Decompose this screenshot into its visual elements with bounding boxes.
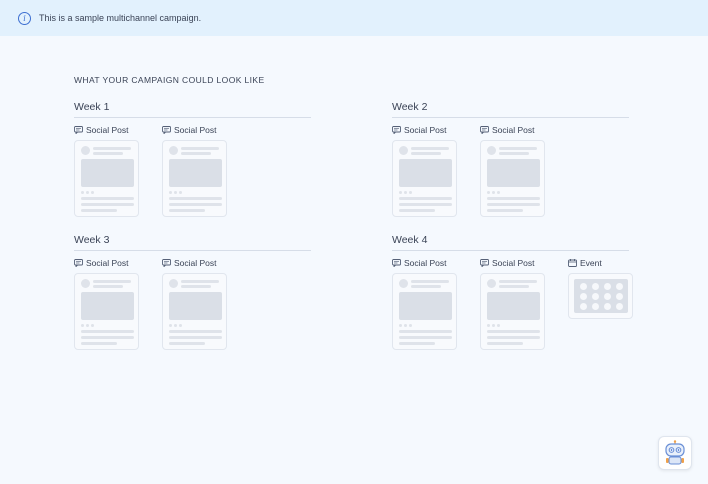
campaign-item-event[interactable]: Event <box>568 258 633 350</box>
social-post-icon <box>392 126 401 134</box>
assistant-robot-button[interactable] <box>658 436 692 470</box>
week-title: Week 3 <box>74 234 311 251</box>
week-title: Week 4 <box>392 234 629 251</box>
week-1-section: Week 1 Social Post Social Post <box>74 101 311 217</box>
social-post-icon <box>74 259 83 267</box>
campaign-item-social-post[interactable]: Social Post <box>162 258 227 350</box>
social-post-preview <box>162 140 227 217</box>
social-post-icon <box>480 126 489 134</box>
campaign-item-social-post[interactable]: Social Post <box>392 258 457 350</box>
item-label: Social Post <box>404 258 447 268</box>
week-3-section: Week 3 Social Post Social Post <box>74 234 311 350</box>
campaign-heading: WHAT YOUR CAMPAIGN COULD LOOK LIKE <box>74 75 265 85</box>
item-label: Social Post <box>86 125 129 135</box>
social-post-preview <box>392 273 457 350</box>
item-label: Social Post <box>174 258 217 268</box>
social-post-icon <box>480 259 489 267</box>
social-post-preview <box>74 273 139 350</box>
info-icon: i <box>18 11 31 25</box>
item-label: Social Post <box>492 125 535 135</box>
campaign-item-social-post[interactable]: Social Post <box>74 125 139 217</box>
event-preview <box>568 273 633 319</box>
campaign-item-social-post[interactable]: Social Post <box>392 125 457 217</box>
item-label: Social Post <box>492 258 535 268</box>
social-post-icon <box>392 259 401 267</box>
social-post-preview <box>74 140 139 217</box>
banner-text: This is a sample multichannel campaign. <box>39 13 202 23</box>
social-post-icon <box>162 126 171 134</box>
item-label: Social Post <box>174 125 217 135</box>
social-post-preview <box>480 140 545 217</box>
week-title: Week 1 <box>74 101 311 118</box>
week-4-section: Week 4 Social Post Social Post Event <box>392 234 633 350</box>
social-post-icon <box>74 126 83 134</box>
social-post-preview <box>162 273 227 350</box>
item-label: Social Post <box>404 125 447 135</box>
sample-campaign-banner: i This is a sample multichannel campaign… <box>0 0 708 36</box>
campaign-item-social-post[interactable]: Social Post <box>480 258 545 350</box>
week-2-section: Week 2 Social Post Social Post <box>392 101 629 217</box>
calendar-grid-icon <box>574 279 628 313</box>
social-post-preview <box>392 140 457 217</box>
campaign-item-social-post[interactable]: Social Post <box>74 258 139 350</box>
social-post-preview <box>480 273 545 350</box>
week-title: Week 2 <box>392 101 629 118</box>
calendar-icon <box>568 259 577 267</box>
robot-icon <box>665 440 685 465</box>
social-post-icon <box>162 259 171 267</box>
item-label: Social Post <box>86 258 129 268</box>
item-label: Event <box>580 258 602 268</box>
campaign-item-social-post[interactable]: Social Post <box>480 125 545 217</box>
campaign-item-social-post[interactable]: Social Post <box>162 125 227 217</box>
